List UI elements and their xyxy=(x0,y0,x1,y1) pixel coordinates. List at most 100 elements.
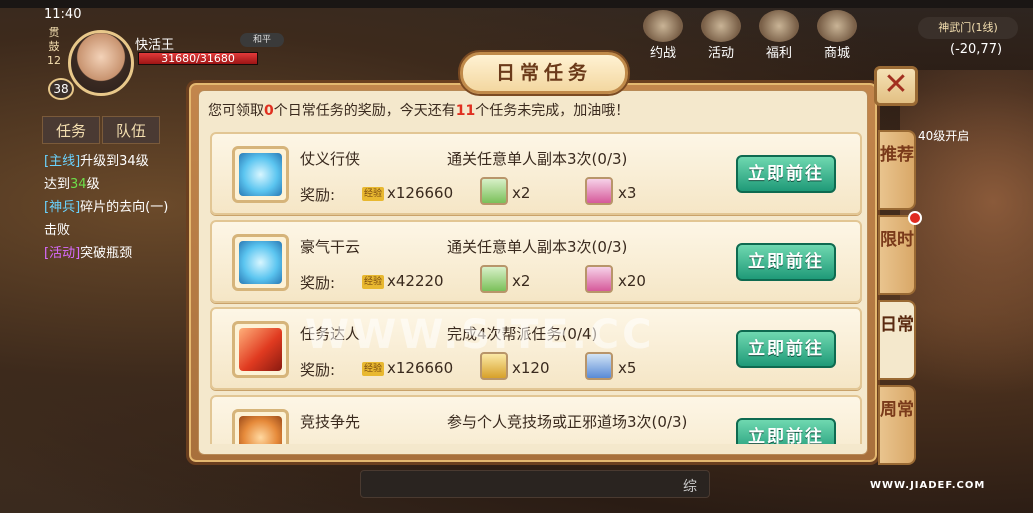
challenge-icon xyxy=(643,10,683,42)
quest-tag: [神兵] xyxy=(44,200,81,215)
welfare-icon xyxy=(759,10,799,42)
reward-item-qty: x2 xyxy=(512,184,531,202)
quest-highlight: 34 xyxy=(70,177,87,192)
exp-icon: 经验 xyxy=(362,275,384,289)
quest-entry[interactable]: [主线]升级到34级 xyxy=(44,150,194,173)
top-menu-welfare[interactable]: 福利 xyxy=(756,10,802,61)
reward-label: 奖励: xyxy=(300,361,336,379)
daily-task-dialog: 日常任务 ✕ 您可领取0个日常任务的奖励，今天还有11个任务未完成，加油哦！ 仗… xyxy=(186,52,922,470)
task-row: 竞技争先 参与个人竞技场或正邪道场3次(0/3) 立即前往 xyxy=(210,395,862,444)
go-now-button[interactable]: 立即前往 xyxy=(736,330,836,368)
go-now-button[interactable]: 立即前往 xyxy=(736,155,836,193)
rank-char: 鼓 xyxy=(48,40,60,53)
location-coords: (-20,77) xyxy=(950,42,1003,57)
player-level-badge: 38 xyxy=(48,78,74,100)
chat-bar[interactable]: 综 xyxy=(360,470,710,498)
quest-text: 级 xyxy=(86,177,100,192)
quest-entry[interactable]: [神兵]碎片的去向(一) xyxy=(44,196,194,219)
reward-item-icon[interactable] xyxy=(585,265,613,293)
exp-value: x42220 xyxy=(387,272,444,290)
shop-icon xyxy=(817,10,857,42)
pk-mode-badge[interactable]: 和平 xyxy=(240,33,284,47)
top-menu-challenge[interactable]: 约战 xyxy=(640,10,686,61)
chat-channel[interactable]: 综 xyxy=(683,476,697,496)
notification-dot-icon xyxy=(908,211,922,225)
side-tab-bar: 任务 队伍 xyxy=(42,116,160,144)
task-desc: 参与个人竞技场或正邪道场3次(0/3) xyxy=(447,413,688,431)
top-menu-label: 商城 xyxy=(823,46,850,61)
quest-text: 碎片的去向(一) xyxy=(80,200,169,215)
reward-item-qty: x120 xyxy=(512,359,550,377)
task-icon xyxy=(232,146,289,203)
tab-daily[interactable]: 日常 xyxy=(878,300,916,380)
status-bar xyxy=(0,0,1033,8)
events-icon xyxy=(701,10,741,42)
task-row: 仗义行侠 通关任意单人副本3次(0/3) 奖励: 经验 x126660 x2 x… xyxy=(210,132,862,215)
summary-text: 个日常任务的奖励，今天还有 xyxy=(273,103,456,119)
reward-item-qty: x3 xyxy=(618,184,637,202)
quest-tag: [活动] xyxy=(44,246,81,261)
go-now-button[interactable]: 立即前往 xyxy=(736,418,836,444)
top-menu-label: 活动 xyxy=(707,46,734,61)
tab-team[interactable]: 队伍 xyxy=(102,116,160,144)
task-name: 竞技争先 xyxy=(300,413,361,431)
reward-item-qty: x5 xyxy=(618,359,637,377)
summary-text: 个任务未完成，加油哦！ xyxy=(475,103,630,119)
task-icon xyxy=(232,409,289,444)
quest-text: 突破瓶颈 xyxy=(80,246,133,261)
tab-recommended[interactable]: 推荐 xyxy=(878,130,916,210)
task-row: 豪气干云 通关任意单人副本3次(0/3) 奖励: 经验 x42220 x2 x2… xyxy=(210,220,862,303)
reward-label: 奖励: xyxy=(300,186,336,204)
status-time: 11:40 xyxy=(44,7,82,22)
tab-limited[interactable]: 限时 xyxy=(878,211,922,295)
player-name: 快活王 xyxy=(135,38,175,53)
shield-icon xyxy=(239,416,282,444)
go-now-button[interactable]: 立即前往 xyxy=(736,243,836,281)
quest-entry[interactable]: [活动]突破瓶颈 xyxy=(44,242,194,265)
quest-entry[interactable]: 达到34级 xyxy=(44,173,194,196)
task-list[interactable]: 仗义行侠 通关任意单人副本3次(0/3) 奖励: 经验 x126660 x2 x… xyxy=(210,132,862,444)
player-avatar[interactable] xyxy=(68,30,134,96)
dialog-summary: 您可领取0个日常任务的奖励，今天还有11个任务未完成，加油哦！ xyxy=(208,100,858,120)
summary-remaining-count: 11 xyxy=(455,103,476,119)
quest-text: 升级到34级 xyxy=(80,154,149,169)
summary-claimable-count: 0 xyxy=(264,103,274,119)
rank-char: 贯 xyxy=(48,26,60,39)
reward-item-icon[interactable] xyxy=(480,265,508,293)
reward-label: 奖励: xyxy=(300,274,336,292)
hero-icon xyxy=(239,241,282,284)
exp-icon: 经验 xyxy=(362,362,384,376)
top-menu-label: 约战 xyxy=(649,46,676,61)
unlock-hint: 40级开启 xyxy=(918,129,970,143)
location-name[interactable]: 神武门(1线) xyxy=(918,17,1018,39)
dialog-title: 日常任务 xyxy=(495,62,592,84)
task-icon xyxy=(232,321,289,378)
tab-tasks[interactable]: 任务 xyxy=(42,116,100,144)
top-menu: 约战 活动 福利 商城 xyxy=(640,10,860,61)
reward-item-icon[interactable] xyxy=(585,177,613,205)
tab-label: 限时 xyxy=(880,230,914,250)
tab-weekly[interactable]: 周常 xyxy=(878,385,916,465)
quest-text: 击败 xyxy=(44,223,71,238)
exp-value: x126660 xyxy=(387,359,454,377)
close-button[interactable]: ✕ xyxy=(874,66,918,106)
watermark-corner: WWW.JIADEF.COM xyxy=(870,480,986,491)
quest-entry[interactable]: 击败 xyxy=(44,219,194,242)
task-name: 豪气干云 xyxy=(300,238,361,256)
quest-tag: [主线] xyxy=(44,154,81,169)
task-icon xyxy=(232,234,289,291)
hp-text: 31680/31680 xyxy=(161,52,235,65)
dialog-title-plate: 日常任务 xyxy=(460,52,628,94)
top-menu-events[interactable]: 活动 xyxy=(698,10,744,61)
summary-text: 您可领取 xyxy=(208,103,264,119)
quest-tracker[interactable]: [主线]升级到34级 达到34级 [神兵]碎片的去向(一) 击败 [活动]突破瓶… xyxy=(44,150,194,265)
quest-text: 达到 xyxy=(44,177,71,192)
reward-item-icon[interactable] xyxy=(480,177,508,205)
hero-icon xyxy=(239,153,282,196)
task-desc: 通关任意单人副本3次(0/3) xyxy=(447,238,628,256)
reward-item-qty: x2 xyxy=(512,272,531,290)
flag-icon xyxy=(239,328,282,371)
top-menu-shop[interactable]: 商城 xyxy=(814,10,860,61)
task-desc: 通关任意单人副本3次(0/3) xyxy=(447,150,628,168)
reward-item-qty: x20 xyxy=(618,272,646,290)
